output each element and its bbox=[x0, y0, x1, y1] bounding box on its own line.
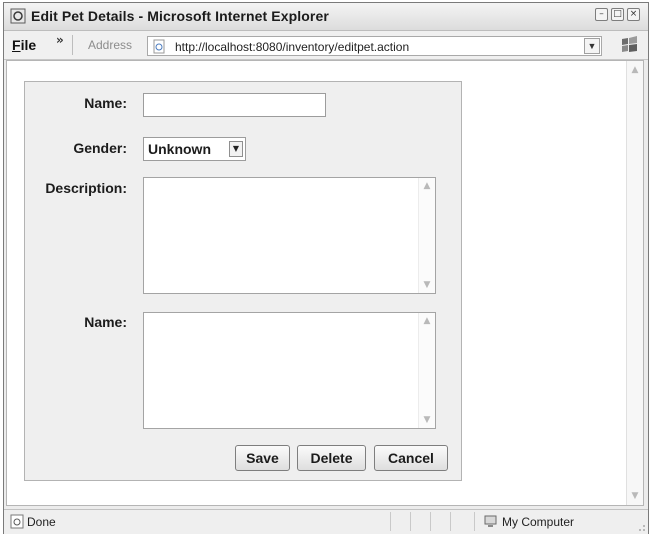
menu-bar: File » Address http://localhost:8080/inv… bbox=[4, 31, 648, 60]
status-pane-divider bbox=[430, 512, 431, 531]
address-bar[interactable]: http://localhost:8080/inventory/editpet.… bbox=[147, 36, 602, 56]
address-label: Address bbox=[88, 38, 133, 52]
maximize-icon: □ bbox=[613, 9, 622, 19]
status-pane-divider bbox=[450, 512, 451, 531]
window-title: Edit Pet Details - Microsoft Internet Ex… bbox=[31, 8, 329, 24]
maximize-button[interactable]: □ bbox=[611, 8, 624, 21]
chevron-down-icon[interactable]: ▼ bbox=[229, 141, 243, 157]
scroll-down-icon[interactable]: ▼ bbox=[630, 491, 640, 501]
scroll-up-icon[interactable]: ▲ bbox=[422, 316, 432, 326]
cancel-button[interactable]: Cancel bbox=[374, 445, 448, 471]
name-input[interactable] bbox=[143, 93, 326, 117]
name2-scrollbar[interactable]: ▲ ▼ bbox=[418, 313, 435, 428]
description-textarea[interactable]: ▲ ▼ bbox=[143, 177, 436, 294]
delete-button[interactable]: Delete bbox=[297, 445, 366, 471]
name2-textarea[interactable]: ▲ ▼ bbox=[143, 312, 436, 429]
address-dropdown-button[interactable]: ▼ bbox=[584, 38, 600, 54]
gender-label: Gender: bbox=[73, 140, 127, 156]
status-pane-divider bbox=[474, 512, 475, 531]
gender-select[interactable]: Unknown ▼ bbox=[143, 137, 246, 161]
menu-item-file[interactable]: File bbox=[12, 37, 36, 53]
title-bar: Edit Pet Details - Microsoft Internet Ex… bbox=[4, 3, 648, 31]
scroll-down-icon[interactable]: ▼ bbox=[422, 415, 432, 425]
save-button[interactable]: Save bbox=[235, 445, 290, 471]
address-url: http://localhost:8080/inventory/editpet.… bbox=[175, 40, 410, 54]
status-text: Done bbox=[27, 515, 56, 529]
edit-pet-form: Name: Gender: Unknown ▼ Description: ▲ ▼… bbox=[24, 81, 462, 481]
page-done-icon bbox=[10, 514, 24, 529]
status-pane-divider bbox=[390, 512, 391, 531]
windows-flag-logo-icon bbox=[622, 36, 637, 52]
gender-selected-value: Unknown bbox=[148, 141, 211, 157]
chevron-down-icon: ▼ bbox=[587, 41, 597, 51]
scroll-down-icon[interactable]: ▼ bbox=[422, 280, 432, 290]
ie-page-icon bbox=[10, 8, 26, 24]
scroll-up-icon[interactable]: ▲ bbox=[630, 65, 640, 75]
status-pane-divider bbox=[410, 512, 411, 531]
description-scrollbar[interactable]: ▲ ▼ bbox=[418, 178, 435, 293]
minimize-button[interactable]: – bbox=[595, 8, 608, 21]
close-button[interactable]: × bbox=[627, 8, 640, 21]
close-icon: × bbox=[629, 9, 638, 19]
security-zone-text: My Computer bbox=[502, 515, 575, 529]
page-scrollbar[interactable]: ▲ ▼ bbox=[626, 61, 643, 505]
description-label: Description: bbox=[45, 180, 127, 196]
status-bar: Done My Computer bbox=[4, 509, 648, 534]
minimize-icon: – bbox=[599, 9, 604, 19]
toolbar-separator bbox=[72, 35, 73, 55]
name-label: Name: bbox=[84, 95, 127, 111]
more-menus-chevron-icon[interactable]: » bbox=[56, 33, 64, 47]
scroll-up-icon[interactable]: ▲ bbox=[422, 181, 432, 191]
name2-label: Name: bbox=[84, 314, 127, 330]
browser-window: Edit Pet Details - Microsoft Internet Ex… bbox=[3, 2, 649, 534]
page-content: Name: Gender: Unknown ▼ Description: ▲ ▼… bbox=[6, 60, 644, 506]
page-icon bbox=[153, 39, 165, 54]
resize-grip-icon[interactable] bbox=[635, 521, 646, 532]
my-computer-icon bbox=[484, 515, 497, 527]
